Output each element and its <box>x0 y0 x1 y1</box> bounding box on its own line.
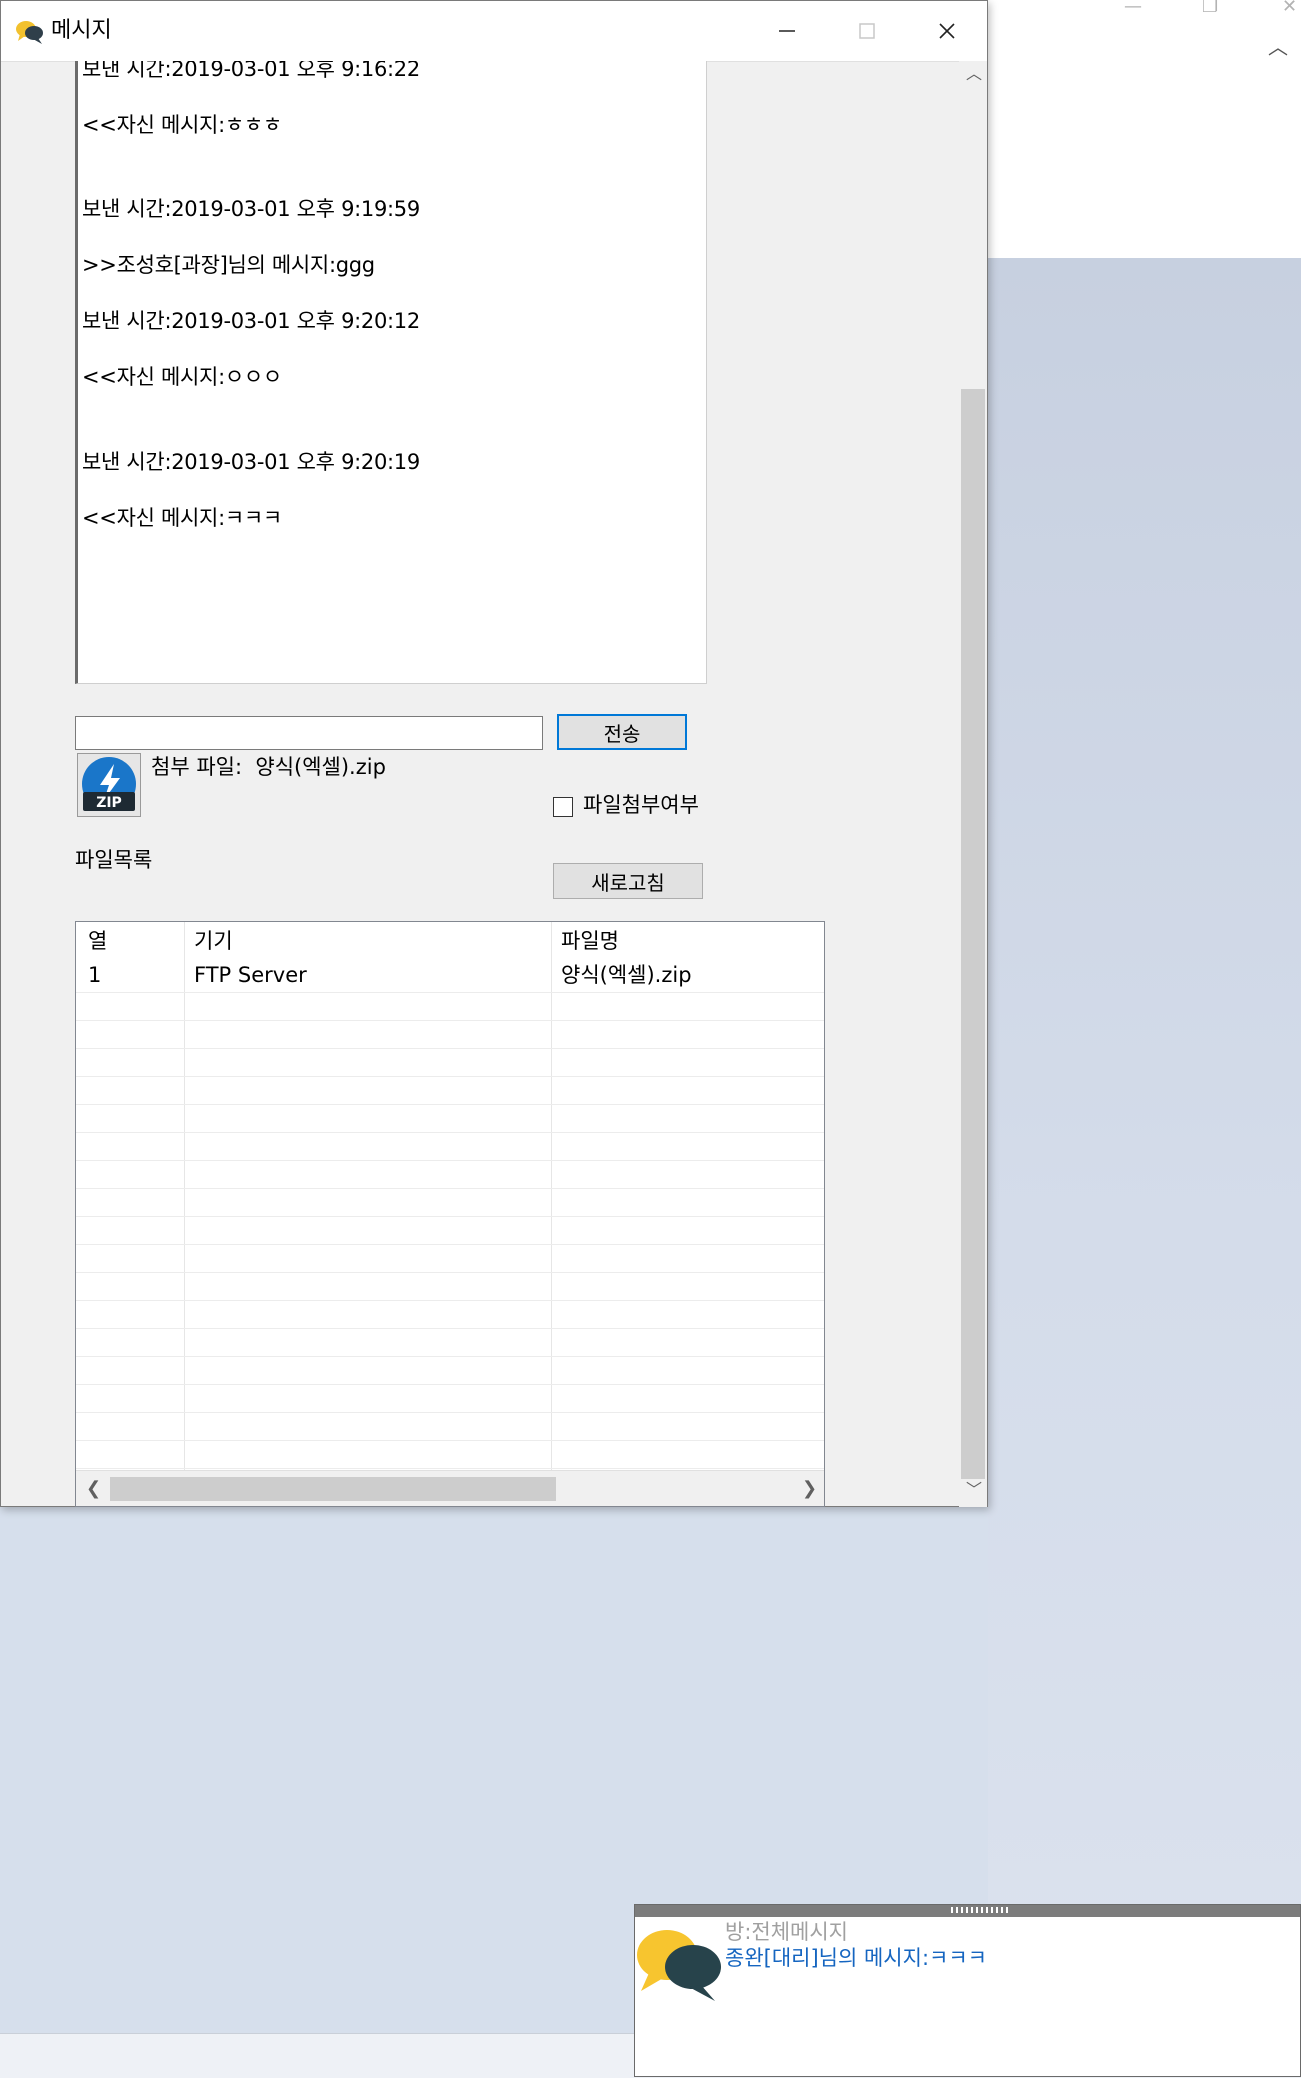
minimize-button[interactable] <box>747 1 827 61</box>
chat-log-line: 보낸 시간:2019-03-01 오후 9:19:59 <box>82 197 420 221</box>
notification-popup[interactable]: 방:전체메시지 종완[대리]님의 메시지:ㅋㅋㅋ <box>634 1904 1301 2077</box>
zip-archive-icon: ZIP <box>82 757 136 811</box>
refresh-button[interactable]: 새로고침 <box>553 863 703 899</box>
table-row-divider <box>76 1384 824 1385</box>
horizontal-scroll-thumb[interactable] <box>110 1477 556 1501</box>
vertical-scroll-thumb[interactable] <box>961 389 985 1479</box>
message-window: 메시지 보낸 시간:2019-03-01 오후 9:16:22 <<자신 메시지… <box>0 0 988 1507</box>
table-row-divider <box>76 1020 824 1021</box>
maximize-icon <box>859 23 875 39</box>
attach-file-checkbox[interactable] <box>553 797 573 817</box>
parent-close-icon[interactable]: ✕ <box>1282 0 1297 16</box>
table-header: 열 기기 파일명 <box>76 922 824 958</box>
cell-device: FTP Server <box>194 963 307 987</box>
table-row-divider <box>76 1356 824 1357</box>
window-title: 메시지 <box>51 18 112 43</box>
column-header-filename[interactable]: 파일명 <box>561 928 619 954</box>
table-row-divider <box>76 1272 824 1273</box>
close-icon <box>939 23 955 39</box>
chat-log-line: <<자신 메시지:ㅇㅇㅇ <box>82 365 282 389</box>
table-row-divider <box>76 1188 824 1189</box>
cell-filename: 양식(엑셀).zip <box>561 963 692 987</box>
parent-window-titlebar: — ❐ ✕ ︿ <box>988 0 1301 73</box>
column-header-device[interactable]: 기기 <box>194 928 233 954</box>
parent-window-content <box>988 72 1301 258</box>
table-row-divider <box>76 1244 824 1245</box>
zip-file-icon[interactable]: ZIP <box>77 753 141 817</box>
table-row-divider <box>76 1412 824 1413</box>
grip-icon[interactable] <box>951 1907 1011 1913</box>
scroll-right-icon[interactable]: ❯ <box>802 1471 817 1506</box>
attach-file-checkbox-label[interactable]: 파일첨부여부 <box>583 791 699 819</box>
horizontal-scrollbar[interactable]: ❮ ❯ <box>76 1470 824 1506</box>
notification-room: 방:전체메시지 <box>725 1920 848 1944</box>
parent-collapse-ribbon-icon[interactable]: ︿ <box>1268 37 1288 57</box>
maximize-button <box>827 1 907 61</box>
attachment-label: 첨부 파일: 양식(엑셀).zip <box>151 755 386 779</box>
window-titlebar[interactable]: 메시지 <box>1 1 987 62</box>
chat-bubbles-icon <box>637 1930 721 2001</box>
table-row-divider <box>76 1328 824 1329</box>
chat-log-line: <<자신 메시지:ㅋㅋㅋ <box>82 506 282 530</box>
minimize-icon <box>779 30 795 32</box>
table-row-divider <box>76 1440 824 1441</box>
column-divider <box>551 922 552 1470</box>
table-row-divider <box>76 1160 824 1161</box>
chat-log-line: <<자신 메시지:ㅎㅎㅎ <box>82 113 282 137</box>
file-list-table[interactable]: 열 기기 파일명 1 FTP Server 양식(엑셀).zip ❮ ❯ <box>75 921 825 1507</box>
table-row-divider <box>76 1076 824 1077</box>
table-row-divider <box>76 1132 824 1133</box>
chat-bubbles-icon <box>16 21 43 44</box>
file-list-label: 파일목록 <box>75 848 153 872</box>
cell-index: 1 <box>88 963 102 987</box>
notification-message: 종완[대리]님의 메시지:ㅋㅋㅋ <box>725 1946 987 1970</box>
table-row-divider <box>76 1048 824 1049</box>
parent-restore-icon[interactable]: ❐ <box>1202 0 1218 16</box>
scroll-down-icon[interactable]: ﹀ <box>966 1475 982 1505</box>
chat-log-line: 보낸 시간:2019-03-01 오후 9:20:19 <box>82 450 420 474</box>
chat-log[interactable]: 보낸 시간:2019-03-01 오후 9:16:22 <<자신 메시지:ㅎㅎㅎ… <box>75 61 707 684</box>
zip-icon-label: ZIP <box>96 795 122 811</box>
scroll-up-icon[interactable]: ︿ <box>966 59 982 89</box>
chat-log-line: 보낸 시간:2019-03-01 오후 9:20:12 <box>82 309 420 333</box>
table-row-divider <box>76 1468 824 1469</box>
column-header-index[interactable]: 열 <box>88 928 107 954</box>
table-row-divider <box>76 992 824 993</box>
chat-log-line: >>조성호[과장]님의 메시지:ggg <box>82 253 375 277</box>
message-input[interactable] <box>75 716 543 750</box>
table-row-divider <box>76 1216 824 1217</box>
parent-minimize-icon[interactable]: — <box>1124 0 1142 16</box>
scroll-left-icon[interactable]: ❮ <box>86 1471 101 1506</box>
send-button[interactable]: 전송 <box>557 714 687 750</box>
vertical-scrollbar[interactable]: ︿ ﹀ <box>959 61 987 1507</box>
notification-drag-bar[interactable] <box>635 1905 1300 1917</box>
chat-log-line: 보낸 시간:2019-03-01 오후 9:16:22 <box>82 61 420 81</box>
table-row-divider <box>76 1300 824 1301</box>
close-button[interactable] <box>907 1 987 61</box>
table-row-divider <box>76 1104 824 1105</box>
column-divider <box>184 922 185 1470</box>
